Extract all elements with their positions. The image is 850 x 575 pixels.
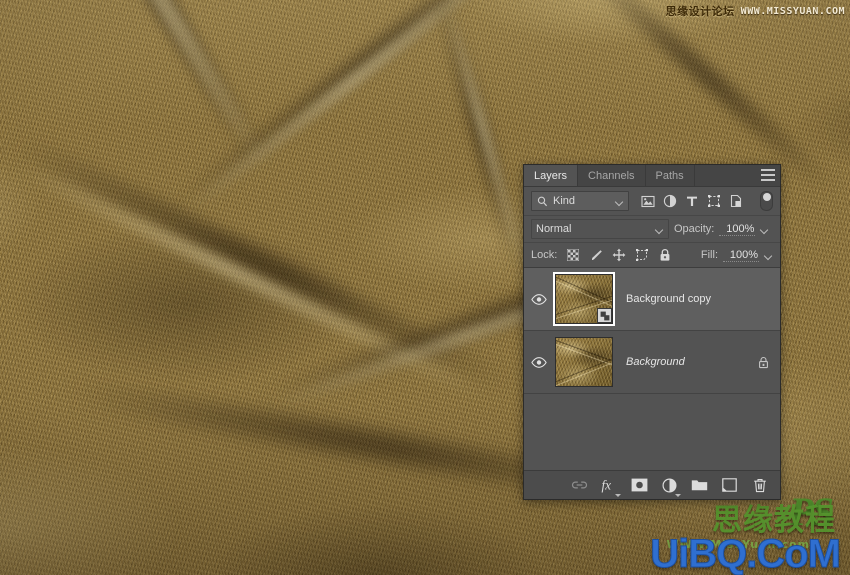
lock-label: Lock: xyxy=(531,249,558,261)
layer-style-fx-icon[interactable]: fx xyxy=(601,477,621,497)
layer-list[interactable]: Background copy Background xyxy=(524,268,780,470)
fill-chevron-down-icon[interactable] xyxy=(764,251,773,260)
tab-layers[interactable]: Layers xyxy=(524,165,579,186)
opacity-chevron-down-icon[interactable] xyxy=(760,225,769,234)
search-icon xyxy=(536,195,549,208)
add-layer-mask-icon[interactable] xyxy=(631,477,648,494)
screenshot-root: 思缘设计论坛 WWW.MISSYUAN.COM PS 思缘教程 WWW.Miss… xyxy=(0,0,850,575)
layer-thumbnail-wrap[interactable] xyxy=(553,272,615,326)
fill-value-input[interactable]: 100% xyxy=(723,249,759,262)
smart-object-badge-icon xyxy=(597,308,612,323)
tab-channels[interactable]: Channels xyxy=(578,165,646,186)
layer-filter-kind-value: Kind xyxy=(553,195,576,207)
fill-label: Fill: xyxy=(700,249,718,261)
layer-name[interactable]: Background xyxy=(614,356,754,368)
layers-panel-bottom-toolbar: fx xyxy=(524,470,780,499)
layer-thumbnail[interactable] xyxy=(555,337,613,387)
layer-filter-row: Kind xyxy=(524,187,780,216)
layer-locked-icon xyxy=(754,356,772,369)
watermark-top-right: 思缘设计论坛 WWW.MISSYUAN.COM xyxy=(666,3,845,19)
svg-text:fx: fx xyxy=(601,477,611,492)
layer-visibility-toggle-icon[interactable] xyxy=(524,293,554,305)
layer-filter-kind-select[interactable]: Kind xyxy=(531,191,629,211)
new-layer-icon[interactable] xyxy=(721,477,738,494)
link-layers-icon[interactable] xyxy=(571,477,588,494)
smart-object-filter-icon[interactable] xyxy=(728,194,743,209)
lock-fill-row: Lock: Fill: 100% xyxy=(524,243,780,268)
opacity-value-input[interactable]: 100% xyxy=(719,223,756,236)
adjustment-layer-filter-icon[interactable] xyxy=(662,194,677,209)
blend-mode-select[interactable]: Normal xyxy=(531,219,669,239)
type-layer-filter-icon[interactable] xyxy=(684,194,699,209)
table-row[interactable]: Background copy xyxy=(524,268,780,331)
watermark-cn-text: 思缘设计论坛 xyxy=(665,5,735,18)
lock-image-pixels-icon[interactable] xyxy=(589,248,603,262)
chevron-down-icon[interactable] xyxy=(655,225,664,234)
layer-thumbnail-wrap[interactable] xyxy=(554,336,614,388)
new-group-icon[interactable] xyxy=(691,477,708,494)
blend-opacity-row: Normal Opacity: 100% xyxy=(524,216,780,243)
lock-all-icon[interactable] xyxy=(658,248,672,262)
tab-paths[interactable]: Paths xyxy=(646,165,695,186)
opacity-label: Opacity: xyxy=(674,223,715,235)
lock-icon-group xyxy=(566,248,672,262)
layers-panel[interactable]: Layers Channels Paths Kind Normal Opacit… xyxy=(523,164,781,500)
new-adjustment-layer-icon[interactable] xyxy=(661,477,681,497)
shape-layer-filter-icon[interactable] xyxy=(706,194,721,209)
lock-artboard-nesting-icon[interactable] xyxy=(635,248,649,262)
layer-filter-icon-group xyxy=(640,194,743,209)
chevron-down-icon[interactable] xyxy=(615,197,624,206)
lock-position-icon[interactable] xyxy=(612,248,626,262)
table-row[interactable]: Background xyxy=(524,331,780,394)
blend-mode-value: Normal xyxy=(536,223,572,235)
panel-tab-bar: Layers Channels Paths xyxy=(524,165,780,187)
hamburger-icon[interactable] xyxy=(761,169,775,181)
watermark-url-text: WWW.MISSYUAN.COM xyxy=(740,5,845,17)
layer-thumbnail[interactable] xyxy=(553,272,615,326)
layer-visibility-toggle-icon[interactable] xyxy=(524,356,554,368)
delete-layer-icon[interactable] xyxy=(751,477,768,494)
filter-enable-toggle[interactable] xyxy=(760,191,773,211)
lock-transparent-pixels-icon[interactable] xyxy=(566,248,580,262)
watermark-bottom-url: UiBQ.CoM xyxy=(650,532,842,575)
pixel-layer-filter-icon[interactable] xyxy=(640,194,655,209)
layer-name[interactable]: Background copy xyxy=(614,293,772,305)
